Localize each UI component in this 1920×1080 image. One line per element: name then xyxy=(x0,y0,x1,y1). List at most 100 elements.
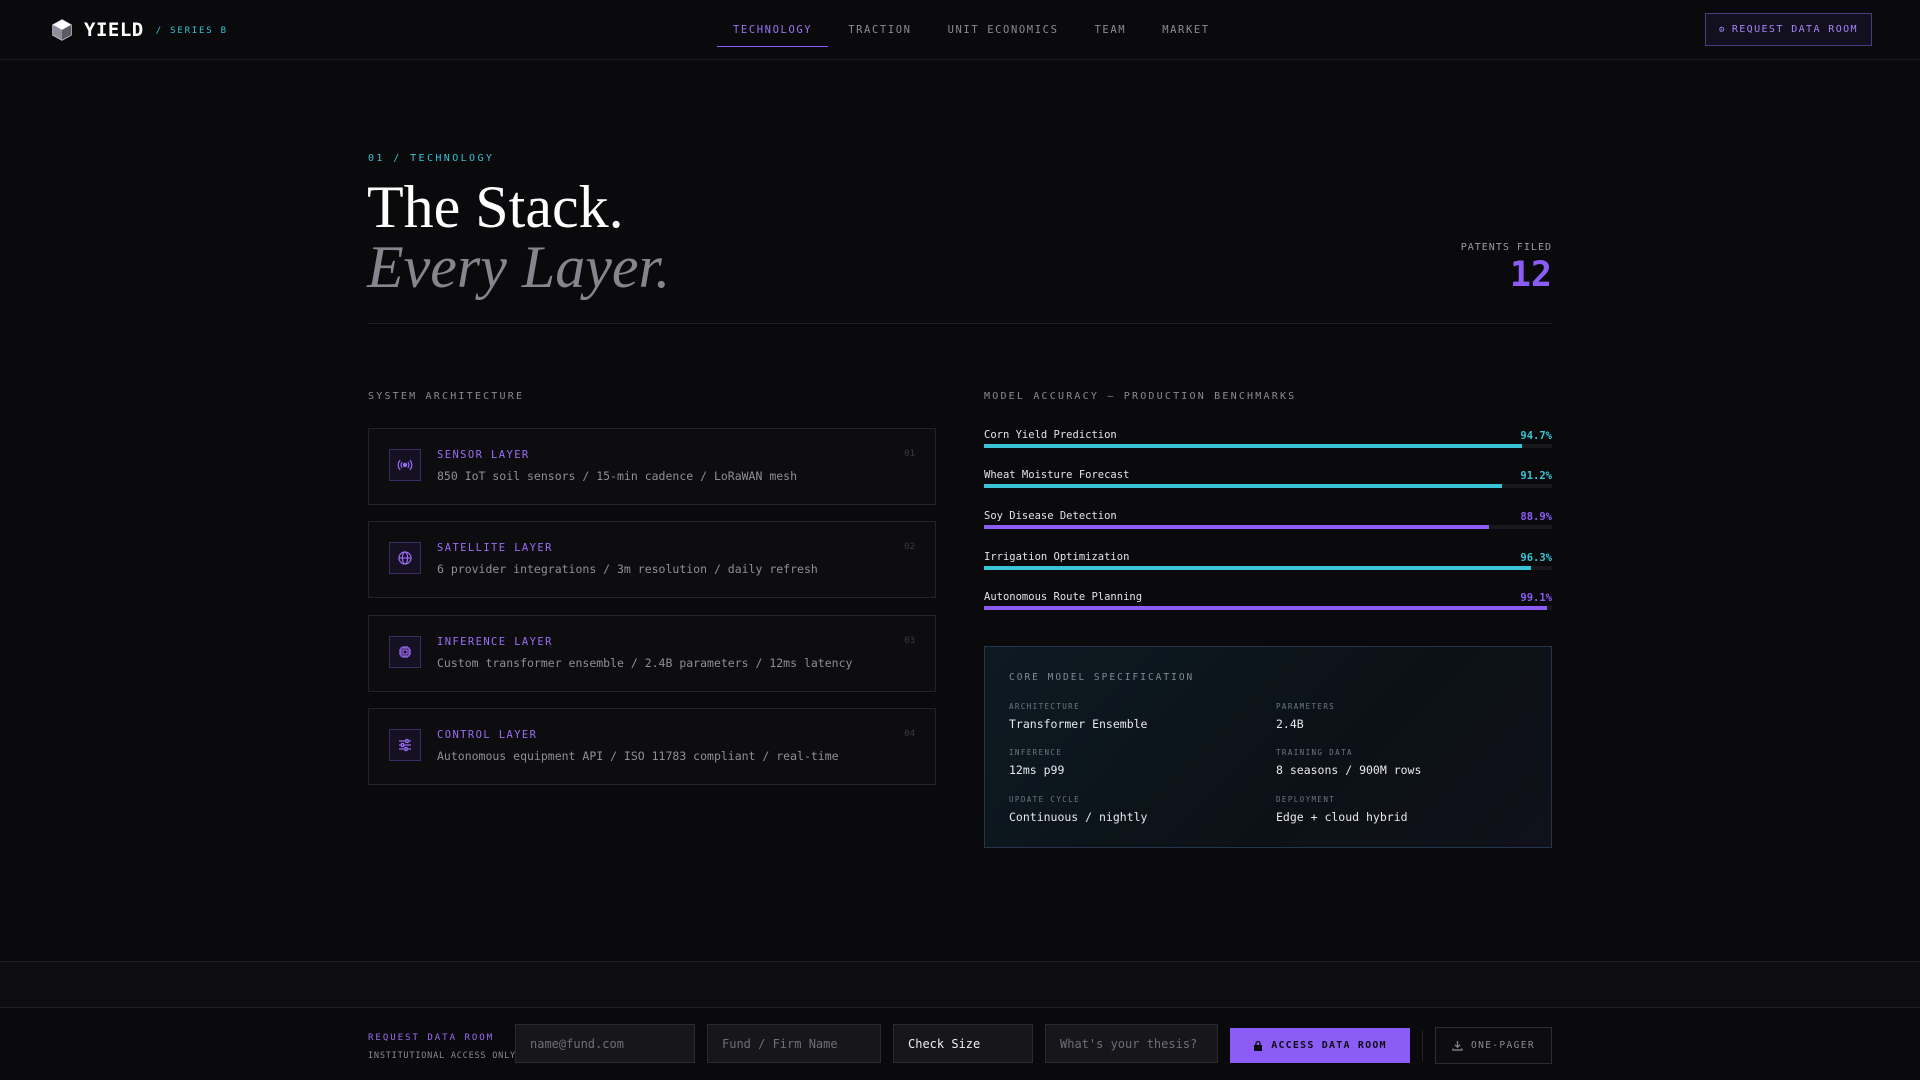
brand[interactable]: YIELD / SERIES B xyxy=(52,17,228,43)
spec-key: TRAINING DATA xyxy=(1276,748,1353,757)
spec-value: 8 seasons / 900M rows xyxy=(1276,763,1422,777)
benchmark-row: Autonomous Route Planning 99.1% xyxy=(984,591,1552,617)
layer-number: 02 xyxy=(904,542,915,552)
check-size-select[interactable]: Check Size xyxy=(893,1024,1033,1063)
access-data-room-button[interactable]: ACCESS DATA ROOM xyxy=(1230,1028,1410,1063)
request-form-label: REQUEST DATA ROOM xyxy=(368,1033,495,1043)
one-pager-label: ONE-PAGER xyxy=(1470,1040,1536,1051)
benchmark-track xyxy=(984,566,1552,570)
section-eyebrow: 01 / TECHNOLOGY xyxy=(368,153,495,164)
gear-icon: ⚙ xyxy=(1719,24,1726,35)
lock-icon xyxy=(1254,1040,1263,1051)
benchmark-track xyxy=(984,484,1552,488)
patents-label: PATENTS FILED xyxy=(1460,242,1552,253)
layer-description: 6 provider integrations / 3m resolution … xyxy=(437,562,818,576)
spec-item: DEPLOYMENT Edge + cloud hybrid xyxy=(1276,795,1536,824)
tab-traction[interactable]: TRACTION xyxy=(832,0,927,60)
spec-key: INFERENCE xyxy=(1009,748,1063,757)
page-title: The Stack. xyxy=(367,174,624,240)
layer-number: 04 xyxy=(904,729,915,739)
layer-card-inference[interactable]: INFERENCE LAYER Custom transformer ensem… xyxy=(368,615,936,692)
spec-item: UPDATE CYCLE Continuous / nightly xyxy=(1009,795,1269,824)
benchmark-row: Soy Disease Detection 88.9% xyxy=(984,510,1552,536)
benchmark-fill xyxy=(984,444,1522,448)
top-navigation-bar: YIELD / SERIES B TECHNOLOGY TRACTION UNI… xyxy=(0,0,1920,60)
benchmark-label: Soy Disease Detection xyxy=(984,510,1117,522)
benchmark-fill xyxy=(984,525,1489,529)
request-data-room-button[interactable]: ⚙ REQUEST DATA ROOM xyxy=(1705,13,1872,46)
benchmark-label: Wheat Moisture Forecast xyxy=(984,469,1130,481)
benchmark-track xyxy=(984,606,1552,610)
access-note: INSTITUTIONAL ACCESS ONLY xyxy=(368,1051,516,1061)
layer-description: Autonomous equipment API / ISO 11783 com… xyxy=(437,749,839,763)
spec-key: ARCHITECTURE xyxy=(1009,702,1080,711)
chip-icon xyxy=(389,636,421,668)
tab-market[interactable]: MARKET xyxy=(1146,0,1226,60)
benchmark-value: 99.1% xyxy=(1520,592,1552,604)
benchmark-fill xyxy=(984,484,1503,488)
benchmark-label: Corn Yield Prediction xyxy=(984,429,1117,441)
thesis-field[interactable] xyxy=(1045,1024,1218,1063)
benchmark-row: Irrigation Optimization 96.3% xyxy=(984,551,1552,577)
spec-item: ARCHITECTURE Transformer Ensemble xyxy=(1009,702,1269,731)
layer-number: 01 xyxy=(904,449,915,459)
page-subtitle: Every Layer. xyxy=(367,234,671,300)
globe-icon xyxy=(389,542,421,574)
spec-key: DEPLOYMENT xyxy=(1276,795,1336,804)
spec-value: Transformer Ensemble xyxy=(1009,717,1148,731)
footer-band xyxy=(0,961,1920,1007)
divider xyxy=(1422,1031,1423,1061)
layer-name: CONTROL LAYER xyxy=(437,729,538,741)
benchmark-track xyxy=(984,444,1552,448)
layer-number: 03 xyxy=(904,636,915,646)
benchmark-value: 94.7% xyxy=(1520,430,1552,442)
layer-card-sensor[interactable]: SENSOR LAYER 850 IoT soil sensors / 15-m… xyxy=(368,428,936,505)
tab-technology[interactable]: TECHNOLOGY xyxy=(717,0,829,60)
layer-name: SATELLITE LAYER xyxy=(437,542,553,554)
benchmark-row: Corn Yield Prediction 94.7% xyxy=(984,429,1552,455)
main-nav: TECHNOLOGY TRACTION UNIT ECONOMICS TEAM … xyxy=(717,0,1230,60)
one-pager-button[interactable]: ONE-PAGER xyxy=(1435,1027,1552,1064)
layer-name: INFERENCE LAYER xyxy=(437,636,553,648)
patents-count: 12 xyxy=(1509,255,1552,295)
section-divider xyxy=(368,323,1552,324)
funding-round-label: / SERIES B xyxy=(155,26,228,36)
benchmark-label: Irrigation Optimization xyxy=(984,551,1130,563)
email-field[interactable] xyxy=(515,1024,695,1063)
layer-card-control[interactable]: CONTROL LAYER Autonomous equipment API /… xyxy=(368,708,936,785)
spec-value: Continuous / nightly xyxy=(1009,810,1148,824)
request-data-room-label: REQUEST DATA ROOM xyxy=(1731,24,1858,35)
architecture-heading: SYSTEM ARCHITECTURE xyxy=(368,391,525,402)
tab-unit-economics[interactable]: UNIT ECONOMICS xyxy=(932,0,1075,60)
benchmark-track xyxy=(984,525,1552,529)
spec-value: 12ms p99 xyxy=(1009,763,1065,777)
benchmark-value: 96.3% xyxy=(1520,552,1552,564)
signal-icon xyxy=(389,449,421,481)
layer-name: SENSOR LAYER xyxy=(437,449,530,461)
spec-item: PARAMETERS 2.4B xyxy=(1276,702,1536,731)
brand-name: YIELD xyxy=(84,19,144,41)
access-data-room-label: ACCESS DATA ROOM xyxy=(1271,1040,1387,1051)
spec-key: PARAMETERS xyxy=(1276,702,1336,711)
benchmark-fill xyxy=(984,606,1547,610)
layer-description: Custom transformer ensemble / 2.4B param… xyxy=(437,656,853,670)
check-size-value: Check Size xyxy=(908,1036,981,1051)
firm-name-field[interactable] xyxy=(707,1024,881,1063)
tab-team[interactable]: TEAM xyxy=(1079,0,1143,60)
benchmarks-heading: MODEL ACCURACY — PRODUCTION BENCHMARKS xyxy=(984,391,1297,402)
spec-item: INFERENCE 12ms p99 xyxy=(1009,748,1269,777)
layer-description: 850 IoT soil sensors / 15-min cadence / … xyxy=(437,469,798,483)
spec-value: Edge + cloud hybrid xyxy=(1276,810,1408,824)
cube-logo-icon xyxy=(52,19,72,41)
spec-item: TRAINING DATA 8 seasons / 900M rows xyxy=(1276,748,1536,777)
layer-card-satellite[interactable]: SATELLITE LAYER 6 provider integrations … xyxy=(368,521,936,598)
spec-value: 2.4B xyxy=(1276,717,1304,731)
spec-key: UPDATE CYCLE xyxy=(1009,795,1080,804)
download-icon xyxy=(1452,1041,1463,1051)
benchmark-fill xyxy=(984,566,1531,570)
benchmark-value: 91.2% xyxy=(1520,470,1552,482)
benchmark-value: 88.9% xyxy=(1520,511,1552,523)
benchmark-row: Wheat Moisture Forecast 91.2% xyxy=(984,469,1552,495)
sliders-icon xyxy=(389,729,421,761)
benchmark-label: Autonomous Route Planning xyxy=(984,591,1143,603)
